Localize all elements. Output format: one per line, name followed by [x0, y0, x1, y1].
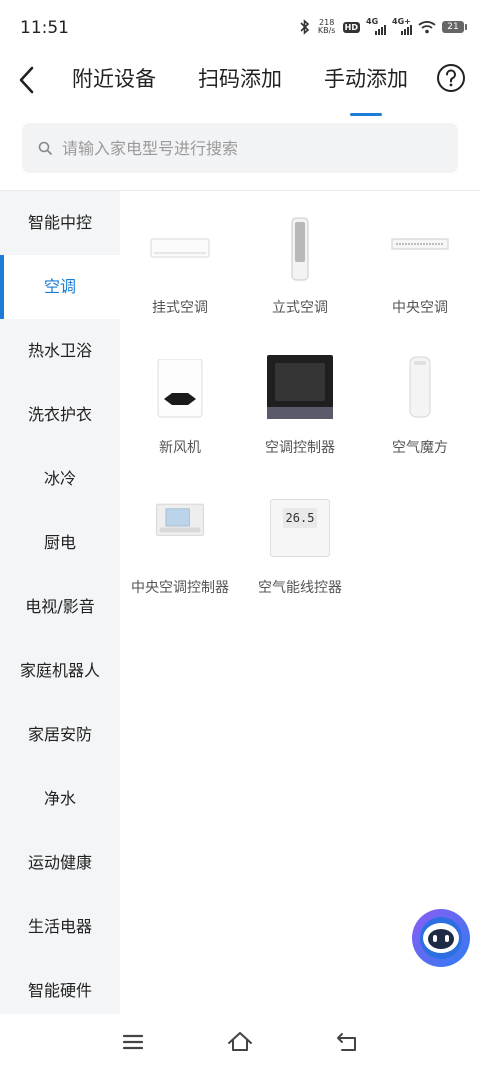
tab-bar: 附近设备 扫码添加 手动添加: [60, 62, 420, 116]
header: 附近设备 扫码添加 手动添加: [0, 54, 480, 116]
home-icon[interactable]: [226, 1028, 254, 1056]
wifi-icon: [418, 21, 436, 34]
tab-scan[interactable]: 扫码添加: [186, 62, 294, 102]
sidebar-item-air-conditioner[interactable]: 空调: [0, 255, 120, 319]
sidebar-item-laundry[interactable]: 洗衣护衣: [0, 383, 120, 447]
help-icon[interactable]: [436, 63, 466, 93]
status-bar: 11:51 218 KB/s HD 4G 4G+ 21: [0, 0, 480, 54]
wall-ac-icon: [150, 238, 210, 258]
product-central-ac-controller[interactable]: 中央空调控制器: [120, 471, 240, 611]
sidebar-item-security[interactable]: 家居安防: [0, 703, 120, 767]
product-air-cube[interactable]: 空气魔方: [360, 331, 480, 471]
battery-icon: 21: [442, 21, 467, 33]
sidebar-item-water-purifier[interactable]: 净水: [0, 767, 120, 831]
sidebar-item-water-heater[interactable]: 热水卫浴: [0, 319, 120, 383]
product-fresh-air[interactable]: 新风机: [120, 331, 240, 471]
product-floor-ac[interactable]: 立式空调: [240, 191, 360, 331]
status-icons: 218 KB/s HD 4G 4G+ 21: [299, 16, 467, 38]
product-label: 空调控制器: [265, 440, 335, 456]
category-sidebar: 智能中控 空调 热水卫浴 洗衣护衣 冰冷 厨电 电视/影音 家庭机器人 家居安防…: [0, 191, 120, 1014]
tab-nearby[interactable]: 附近设备: [60, 62, 168, 102]
back-nav-icon[interactable]: [333, 1028, 361, 1056]
search-input[interactable]: [60, 137, 424, 159]
back-icon[interactable]: [12, 62, 42, 98]
product-label: 立式空调: [272, 300, 328, 316]
product-label: 空气魔方: [392, 440, 448, 456]
sidebar-item-robot[interactable]: 家庭机器人: [0, 639, 120, 703]
hd-badge: HD: [342, 21, 360, 33]
central-ac-icon: [391, 238, 449, 250]
search-icon: [38, 141, 52, 155]
search-bar[interactable]: [22, 123, 458, 173]
fresh-air-icon: [157, 359, 203, 418]
speed-unit: KB/s: [317, 26, 336, 35]
central-ac-controller-icon: [156, 503, 204, 536]
product-label: 空气能线控器: [258, 580, 342, 596]
status-time: 11:51: [20, 18, 69, 38]
heat-pump-controller-icon: 26.5: [270, 499, 330, 557]
product-label: 挂式空调: [152, 300, 208, 316]
product-label: 中央空调: [392, 300, 448, 316]
sidebar-item-tv-audio[interactable]: 电视/影音: [0, 575, 120, 639]
air-cube-icon: [409, 356, 431, 418]
signal-icon-2: 4G+: [392, 17, 412, 35]
product-label: 中央空调控制器: [131, 580, 229, 596]
system-nav-bar: [0, 1014, 480, 1070]
thermostat-display: 26.5: [283, 508, 317, 528]
sidebar-item-smart-control[interactable]: 智能中控: [0, 191, 120, 255]
signal-icon-1: 4G: [366, 17, 386, 35]
product-label: 新风机: [159, 440, 201, 456]
bluetooth-icon: [300, 19, 309, 35]
ac-controller-icon: [267, 355, 333, 419]
product-wall-ac[interactable]: 挂式空调: [120, 191, 240, 331]
sidebar-item-fitness[interactable]: 运动健康: [0, 831, 120, 895]
assistant-bot-icon[interactable]: [411, 908, 471, 968]
tab-manual[interactable]: 手动添加: [312, 62, 420, 116]
floor-ac-icon: [291, 217, 309, 281]
product-central-ac[interactable]: 中央空调: [360, 191, 480, 331]
network-speed: 218 KB/s: [317, 19, 337, 35]
sidebar-item-appliances[interactable]: 生活电器: [0, 895, 120, 959]
product-ac-controller[interactable]: 空调控制器: [240, 331, 360, 471]
sidebar-item-refrigeration[interactable]: 冰冷: [0, 447, 120, 511]
menu-icon[interactable]: [119, 1028, 147, 1056]
product-heat-pump-controller[interactable]: 26.5 空气能线控器: [240, 471, 360, 611]
sidebar-item-kitchen[interactable]: 厨电: [0, 511, 120, 575]
